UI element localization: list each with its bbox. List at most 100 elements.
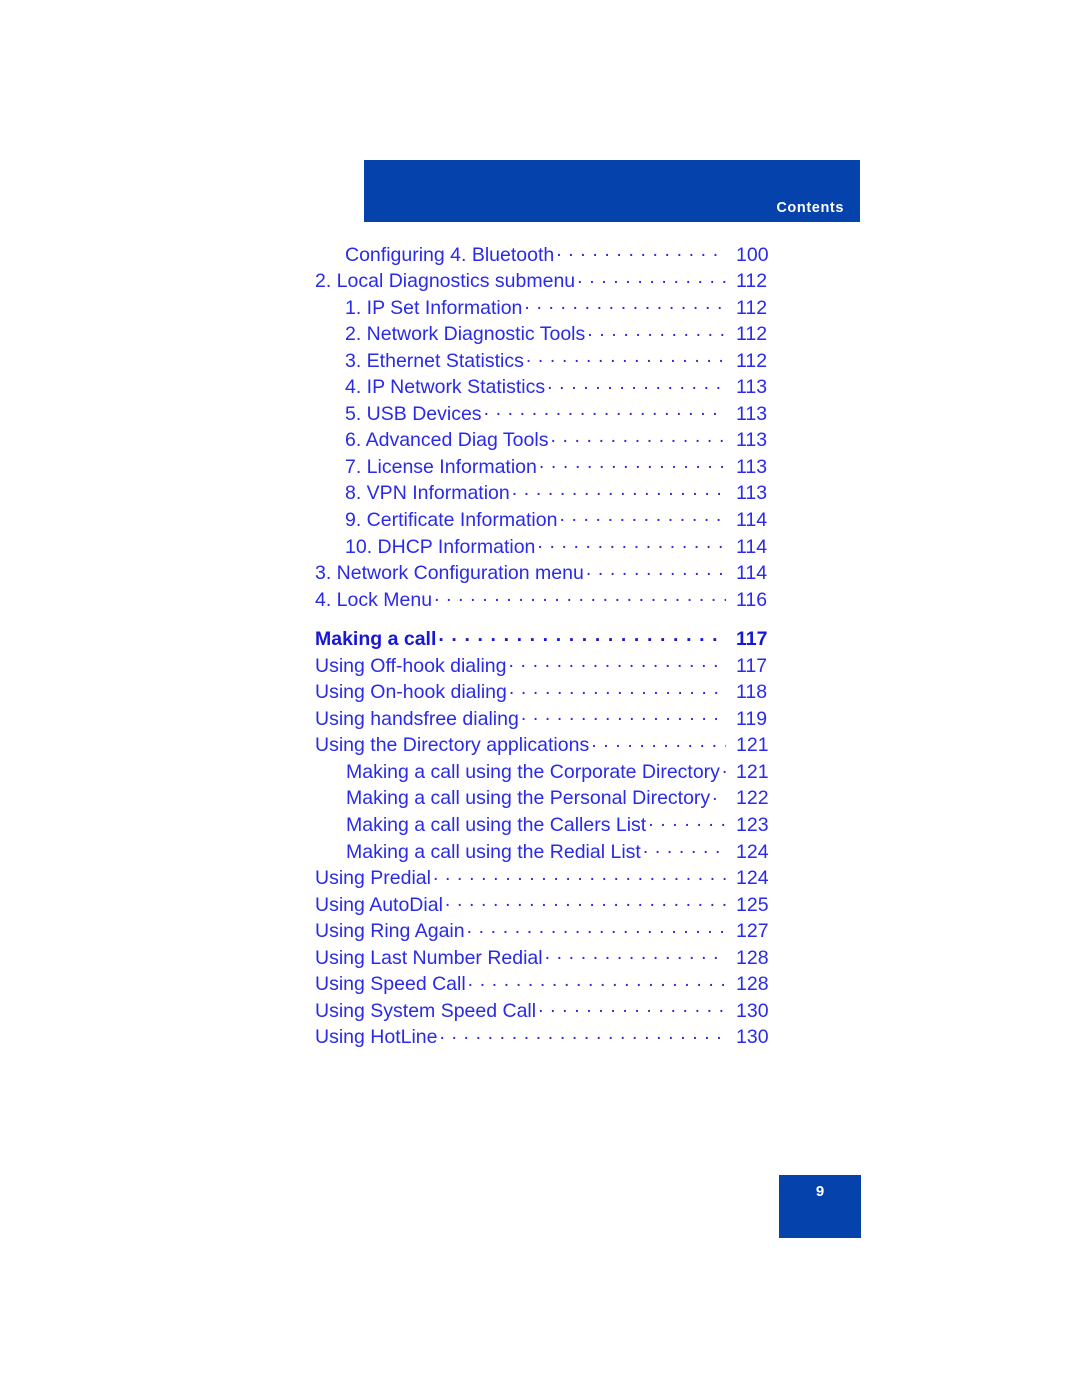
toc-dot-leader [468, 971, 726, 991]
toc-dot-leader [538, 997, 726, 1017]
toc-dot-leader [526, 347, 726, 367]
toc-entry-page: 128 [736, 973, 769, 996]
toc-dot-leader [559, 506, 726, 526]
toc-entry-page: 113 [736, 482, 768, 505]
toc-entry-label: Using Predial [315, 867, 431, 890]
toc-entry-label: Using AutoDial [315, 893, 443, 916]
toc-entry-page: 117 [736, 654, 768, 677]
toc-dot-leader [509, 652, 727, 672]
toc-entry[interactable]: 3. Ethernet Statistics 112 [0, 347, 1080, 374]
toc-dot-leader [556, 241, 726, 261]
toc-entry-page: 128 [736, 946, 769, 969]
toc-entry-label: 4. Lock Menu [315, 588, 433, 611]
toc-entry-label: Making a call using the Personal Directo… [346, 787, 711, 810]
toc-entry[interactable]: Using Off-hook dialing 117 [0, 652, 1080, 679]
toc-entry-label: 5. USB Devices [345, 402, 482, 425]
toc-entry-page: 100 [736, 243, 769, 266]
toc-entry[interactable]: Making a call 117 [0, 626, 1080, 653]
toc-entry-label: 4. IP Network Statistics [345, 376, 546, 399]
toc-entry[interactable]: 1. IP Set Information 112 [0, 294, 1080, 321]
contents-header-band: Contents [364, 160, 860, 222]
toc-entry-page: 112 [736, 296, 768, 319]
toc-entry-page: 112 [736, 270, 768, 293]
toc-entry-page: 123 [736, 813, 769, 836]
toc-entry-page: 118 [736, 681, 768, 704]
toc-entry[interactable]: Making a call using the Personal Directo… [0, 785, 1080, 812]
toc-entry[interactable]: 9. Certificate Information 114 [0, 506, 1080, 533]
toc-dot-leader [712, 785, 726, 805]
toc-entry-page: 127 [736, 920, 769, 943]
toc-entry[interactable]: Configuring 4. Bluetooth 100 [0, 241, 1080, 268]
toc-entry-label: Making a call using the Redial List [346, 840, 641, 863]
toc-entry[interactable]: Making a call using the Callers List 123 [0, 811, 1080, 838]
toc-dot-leader [438, 626, 726, 646]
toc-dot-leader [550, 427, 726, 447]
toc-entry-page: 130 [736, 999, 769, 1022]
toc-entry-label: Using the Directory applications [315, 734, 590, 757]
toc-entry-page: 113 [736, 455, 768, 478]
toc-entry-label: 2. Local Diagnostics submenu [315, 270, 576, 293]
page-number: 9 [815, 1183, 825, 1200]
toc-entry-page: 112 [736, 349, 768, 372]
toc-entry[interactable]: 2. Local Diagnostics submenu 112 [0, 268, 1080, 295]
toc-entry-page: 114 [736, 535, 768, 558]
toc-entry-label: 7. License Information [345, 455, 537, 478]
toc-dot-leader [445, 891, 726, 911]
toc-entry-label: 1. IP Set Information [345, 296, 523, 319]
toc-dot-leader [587, 321, 726, 341]
toc-entry-page: 121 [736, 734, 769, 757]
toc-entry-label: Using System Speed Call [315, 999, 537, 1022]
toc-dot-leader [467, 918, 726, 938]
toc-entry[interactable]: Using HotLine 130 [0, 1024, 1080, 1051]
toc-entry-page: 114 [736, 562, 768, 585]
toc-entry[interactable]: 4. Lock Menu 116 [0, 586, 1080, 613]
toc-entry[interactable]: 10. DHCP Information 114 [0, 533, 1080, 560]
toc-entry-label: Using Speed Call [315, 973, 466, 996]
toc-entry-page: 112 [736, 323, 768, 346]
toc-entry-page: 125 [736, 893, 769, 916]
toc-dot-leader [484, 400, 726, 420]
toc-dot-leader [433, 865, 726, 885]
toc-entry[interactable]: Using Last Number Redial 128 [0, 944, 1080, 971]
toc-dot-leader [722, 758, 726, 778]
toc-entry[interactable]: 8. VPN Information 113 [0, 480, 1080, 507]
toc-entry-label: Using Ring Again [315, 920, 465, 943]
toc-entry-label: Using On-hook dialing [315, 681, 507, 704]
toc-entry[interactable]: 4. IP Network Statistics 113 [0, 374, 1080, 401]
toc-entry-page: 130 [736, 1026, 769, 1049]
toc-entry[interactable]: Using the Directory applications 121 [0, 732, 1080, 759]
toc-entry-label: 8. VPN Information [345, 482, 510, 505]
toc-dot-leader [577, 268, 726, 288]
toc-dot-leader [648, 811, 726, 831]
toc-entry-label: 6. Advanced Diag Tools [345, 429, 549, 452]
toc-entry[interactable]: 6. Advanced Diag Tools 113 [0, 427, 1080, 454]
toc-entry[interactable]: Using Speed Call 128 [0, 971, 1080, 998]
toc-entry[interactable]: Using On-hook dialing 118 [0, 679, 1080, 706]
toc-entry[interactable]: 3. Network Configuration menu 114 [0, 560, 1080, 587]
toc-entry[interactable]: 5. USB Devices 113 [0, 400, 1080, 427]
toc-entry-page: 124 [736, 840, 769, 863]
toc-dot-leader [434, 586, 726, 606]
toc-entry[interactable]: Using Predial 124 [0, 865, 1080, 892]
toc-entry-page: 119 [736, 707, 768, 730]
toc-entry-page: 116 [736, 588, 768, 611]
toc-entry-label: 9. Certificate Information [345, 508, 558, 531]
toc-dot-leader [545, 944, 726, 964]
toc-entry[interactable]: Using AutoDial 125 [0, 891, 1080, 918]
toc-entry[interactable]: Making a call using the Redial List 124 [0, 838, 1080, 865]
toc-entry-label: Using Last Number Redial [315, 946, 543, 969]
toc-dot-leader [643, 838, 726, 858]
toc-entry-label: Making a call using the Callers List [346, 813, 647, 836]
toc-entry[interactable]: 2. Network Diagnostic Tools 112 [0, 321, 1080, 348]
toc-entry[interactable]: 7. License Information 113 [0, 453, 1080, 480]
toc-dot-leader [539, 453, 726, 473]
toc-entry-page: 117 [736, 628, 768, 651]
toc-entry-page: 113 [736, 402, 768, 425]
toc-entry-label: Configuring 4. Bluetooth [345, 243, 555, 266]
toc-entry[interactable]: Making a call using the Corporate Direct… [0, 758, 1080, 785]
toc-entry-label: Using HotLine [315, 1026, 438, 1049]
toc-entry[interactable]: Using Ring Again 127 [0, 918, 1080, 945]
toc-entry[interactable]: Using handsfree dialing 119 [0, 705, 1080, 732]
toc-entry[interactable]: Using System Speed Call 130 [0, 997, 1080, 1024]
toc-dot-leader [439, 1024, 726, 1044]
